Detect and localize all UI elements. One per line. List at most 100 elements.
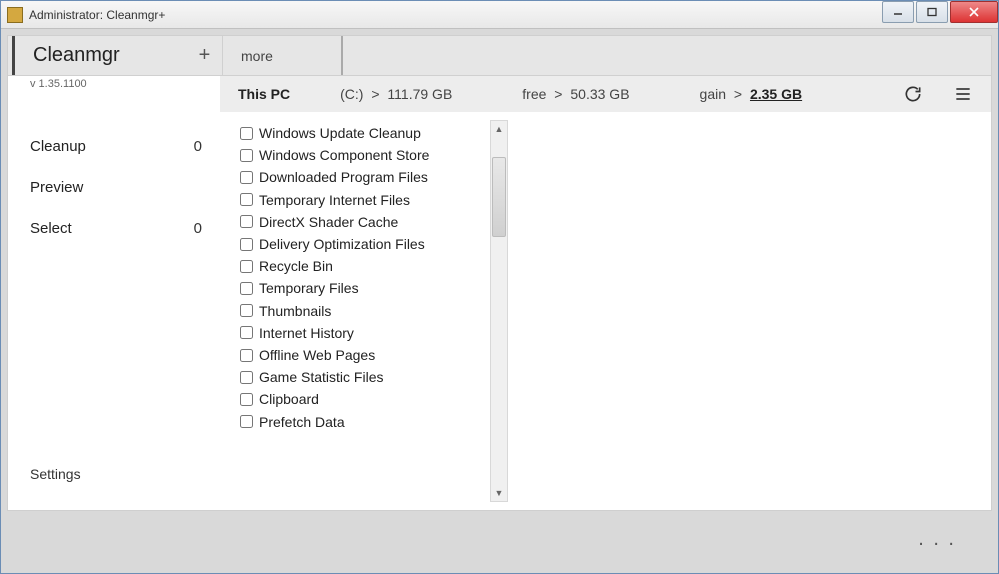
arrow-icon: > (554, 86, 562, 102)
list-item[interactable]: Recycle Bin (240, 255, 508, 277)
maximize-icon (926, 7, 938, 17)
sidebar-item-label: Preview (30, 179, 83, 196)
minimize-button[interactable] (882, 1, 914, 23)
version-label: v 1.35.1100 (30, 78, 87, 90)
sidebar-item-cleanup[interactable]: Cleanup 0 (8, 126, 220, 167)
sub-header: v 1.35.1100 This PC (C:) > 111.79 GB fre… (8, 76, 991, 112)
checkbox[interactable] (240, 326, 253, 339)
sidebar-item-count: 0 (194, 138, 202, 155)
free-size: 50.33 GB (570, 86, 629, 102)
drive-letter: (C:) (340, 86, 363, 102)
list-item-label: DirectX Shader Cache (259, 211, 398, 233)
list-item[interactable]: DirectX Shader Cache (240, 211, 508, 233)
app-window: Administrator: Cleanmgr+ Cleanmgr + (0, 0, 999, 574)
list-item-label: Temporary Internet Files (259, 189, 410, 211)
list-item-label: Downloaded Program Files (259, 166, 428, 188)
list-item[interactable]: Offline Web Pages (240, 344, 508, 366)
arrow-icon: > (371, 86, 379, 102)
list-item-label: Game Statistic Files (259, 366, 383, 388)
list-item-label: Thumbnails (259, 300, 331, 322)
checklist-pane: Windows Update Cleanup Windows Component… (220, 112, 508, 510)
inner-panel: Cleanmgr + more v 1.35.1100 This PC (C:) (7, 35, 992, 511)
checkbox[interactable] (240, 193, 253, 206)
list-item[interactable]: Thumbnails (240, 300, 508, 322)
app-icon (7, 7, 23, 23)
checkbox[interactable] (240, 349, 253, 362)
more-label: more (241, 48, 273, 64)
gain-info[interactable]: gain > 2.35 GB (700, 86, 803, 102)
plus-icon: + (199, 44, 211, 67)
hamburger-icon (953, 84, 973, 104)
gain-label: gain (700, 86, 726, 102)
list-item-label: Windows Component Store (259, 144, 429, 166)
scroll-up-icon[interactable]: ▲ (491, 121, 507, 137)
scrollbar[interactable]: ▲ ▼ (490, 120, 508, 502)
info-label: This PC (238, 86, 290, 102)
footer: . . . (7, 511, 992, 567)
refresh-icon (903, 84, 923, 104)
settings-label: Settings (30, 466, 81, 482)
sidebar-header: v 1.35.1100 (8, 76, 220, 112)
list-item[interactable]: Prefetch Data (240, 411, 508, 433)
window-buttons (880, 1, 998, 28)
free-label: free (522, 86, 546, 102)
list-item-label: Offline Web Pages (259, 344, 375, 366)
scroll-down-icon[interactable]: ▼ (491, 485, 507, 501)
checkbox[interactable] (240, 393, 253, 406)
drive-size: 111.79 GB (387, 86, 452, 102)
checkbox[interactable] (240, 371, 253, 384)
list-item[interactable]: Windows Component Store (240, 144, 508, 166)
list-item[interactable]: Delivery Optimization Files (240, 233, 508, 255)
list-item-label: Clipboard (259, 388, 319, 410)
content-frame: Cleanmgr + more v 1.35.1100 This PC (C:) (1, 29, 998, 573)
hamburger-button[interactable] (953, 84, 973, 104)
list-item[interactable]: Temporary Internet Files (240, 189, 508, 211)
maximize-button[interactable] (916, 1, 948, 23)
list-item[interactable]: Internet History (240, 322, 508, 344)
gain-size: 2.35 GB (750, 86, 802, 102)
list-item-label: Temporary Files (259, 277, 359, 299)
free-info: free > 50.33 GB (522, 86, 629, 102)
list-item-label: Recycle Bin (259, 255, 333, 277)
close-icon (968, 7, 980, 17)
close-button[interactable] (950, 1, 998, 23)
checkbox[interactable] (240, 415, 253, 428)
drive-info: (C:) > 111.79 GB (340, 86, 452, 102)
checkbox[interactable] (240, 260, 253, 273)
list-item[interactable]: Downloaded Program Files (240, 166, 508, 188)
checkbox[interactable] (240, 171, 253, 184)
list-item-label: Prefetch Data (259, 411, 345, 433)
footer-more-button[interactable]: . . . (918, 528, 956, 551)
sidebar-item-label: Select (30, 220, 72, 237)
new-tab-button[interactable]: + (187, 36, 223, 75)
refresh-button[interactable] (903, 84, 923, 104)
arrow-icon: > (734, 86, 742, 102)
list-item[interactable]: Game Statistic Files (240, 366, 508, 388)
minimize-icon (892, 7, 904, 17)
checkbox[interactable] (240, 149, 253, 162)
sidebar-item-preview[interactable]: Preview (8, 167, 220, 208)
window-title: Administrator: Cleanmgr+ (29, 8, 880, 22)
brand-box: Cleanmgr (12, 36, 187, 75)
list-item-label: Internet History (259, 322, 354, 344)
list-item[interactable]: Windows Update Cleanup (240, 122, 508, 144)
tabs-row: Cleanmgr + more (8, 36, 991, 76)
app-name: Cleanmgr (33, 44, 120, 67)
main-split: Cleanup 0 Preview Select 0 Settings (8, 112, 991, 510)
checkbox[interactable] (240, 238, 253, 251)
checkbox[interactable] (240, 282, 253, 295)
list-item-label: Windows Update Cleanup (259, 122, 421, 144)
list-item-label: Delivery Optimization Files (259, 233, 425, 255)
list-item[interactable]: Temporary Files (240, 277, 508, 299)
checkbox[interactable] (240, 215, 253, 228)
checkbox[interactable] (240, 127, 253, 140)
sidebar: Cleanup 0 Preview Select 0 Settings (8, 112, 220, 510)
sidebar-settings[interactable]: Settings (8, 452, 220, 510)
list-item[interactable]: Clipboard (240, 388, 508, 410)
checkbox[interactable] (240, 304, 253, 317)
more-tab[interactable]: more (223, 36, 343, 75)
scroll-thumb[interactable] (492, 157, 506, 237)
sidebar-item-select[interactable]: Select 0 (8, 208, 220, 249)
details-pane (508, 112, 991, 510)
sidebar-item-count: 0 (194, 220, 202, 237)
